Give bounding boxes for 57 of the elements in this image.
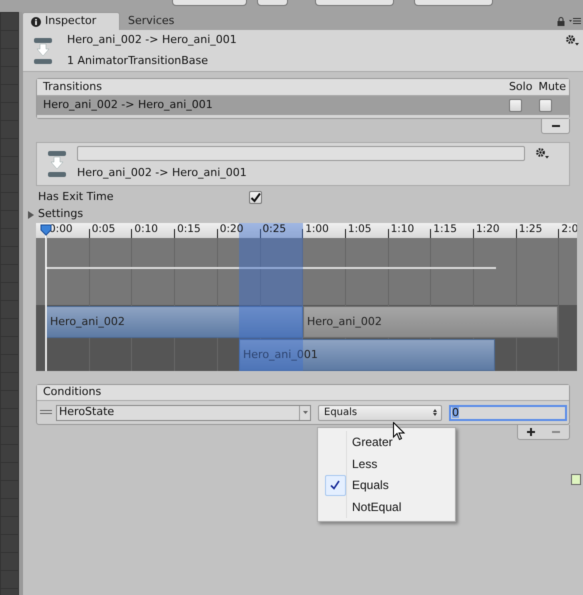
settings-icon[interactable] [565, 34, 579, 46]
toolbar-button[interactable] [257, 0, 288, 6]
playhead-icon[interactable] [40, 223, 52, 371]
transition-icon [47, 150, 67, 178]
transition-row[interactable]: Hero_ani_002 -> Hero_ani_001 [37, 96, 569, 115]
exit-time-checkbox[interactable] [249, 191, 262, 204]
value-field[interactable]: 0 [449, 404, 567, 420]
toolbar-button[interactable] [172, 0, 247, 6]
tick-label: 1:10 [390, 223, 414, 236]
add-icon[interactable] [526, 428, 535, 436]
tick-label: 0:15 [177, 223, 201, 236]
panel-tab[interactable]: Services [120, 12, 182, 30]
header-subtitle: 1 AnimatorTransitionBase [67, 52, 210, 68]
tick-label: 0:10 [134, 223, 158, 236]
clip-bar[interactable]: Hero_ani_002 [46, 306, 303, 338]
node-square [571, 474, 581, 485]
column-header: Mute [538, 78, 566, 95]
settings-icon[interactable] [535, 147, 549, 159]
settings-foldout[interactable]: Settings [23, 206, 113, 223]
menu-item[interactable]: Less [318, 452, 455, 474]
solo-checkbox[interactable] [509, 99, 522, 112]
menu-item[interactable]: Equals [318, 474, 455, 496]
tick-label: 0:05 [92, 223, 116, 236]
column-header: Solo [508, 78, 532, 95]
list-title: Transitions [43, 78, 103, 95]
mute-checkbox[interactable] [539, 99, 552, 112]
info-icon [31, 16, 41, 26]
tick-label: 1:20 [476, 223, 500, 236]
transition-label: Hero_ani_002 -> Hero_ani_001 [77, 165, 248, 182]
remove-button[interactable] [541, 119, 570, 134]
parameter-dropdown[interactable]: HeroState [56, 404, 311, 420]
tick-label: 1:25 [518, 223, 542, 236]
menu-icon[interactable] [569, 17, 581, 25]
tick-label: 0:25 [262, 223, 286, 236]
updown-icon [433, 409, 437, 416]
toolbar-button[interactable] [315, 0, 394, 6]
transition-icon [33, 36, 53, 64]
panel-tab[interactable]: Inspector [22, 12, 120, 30]
tick-label: 0:20 [220, 223, 244, 236]
tick-label: 1:15 [433, 223, 457, 236]
menu-item[interactable]: Greater [318, 431, 455, 453]
mouse-cursor-icon [393, 422, 405, 441]
clip-bar[interactable]: Hero_ani_002 [303, 306, 558, 338]
drag-handle-icon[interactable] [40, 410, 52, 415]
list-title: Conditions [43, 384, 102, 400]
tick-label: 1:05 [348, 223, 372, 236]
check-icon [330, 480, 340, 490]
menu-item[interactable]: NotEqual [318, 496, 455, 518]
name-field[interactable] [77, 146, 525, 162]
mode-dropdown[interactable]: Equals [318, 404, 442, 420]
toolbar-button[interactable] [414, 0, 493, 6]
triangle-icon [27, 210, 35, 218]
field-label: Has Exit Time [38, 189, 114, 206]
lock-icon[interactable] [557, 17, 565, 26]
header-title: Hero_ani_002 -> Hero_ani_001 [67, 32, 238, 48]
tick-label: 1:00 [305, 223, 329, 236]
caret-icon [302, 411, 308, 414]
